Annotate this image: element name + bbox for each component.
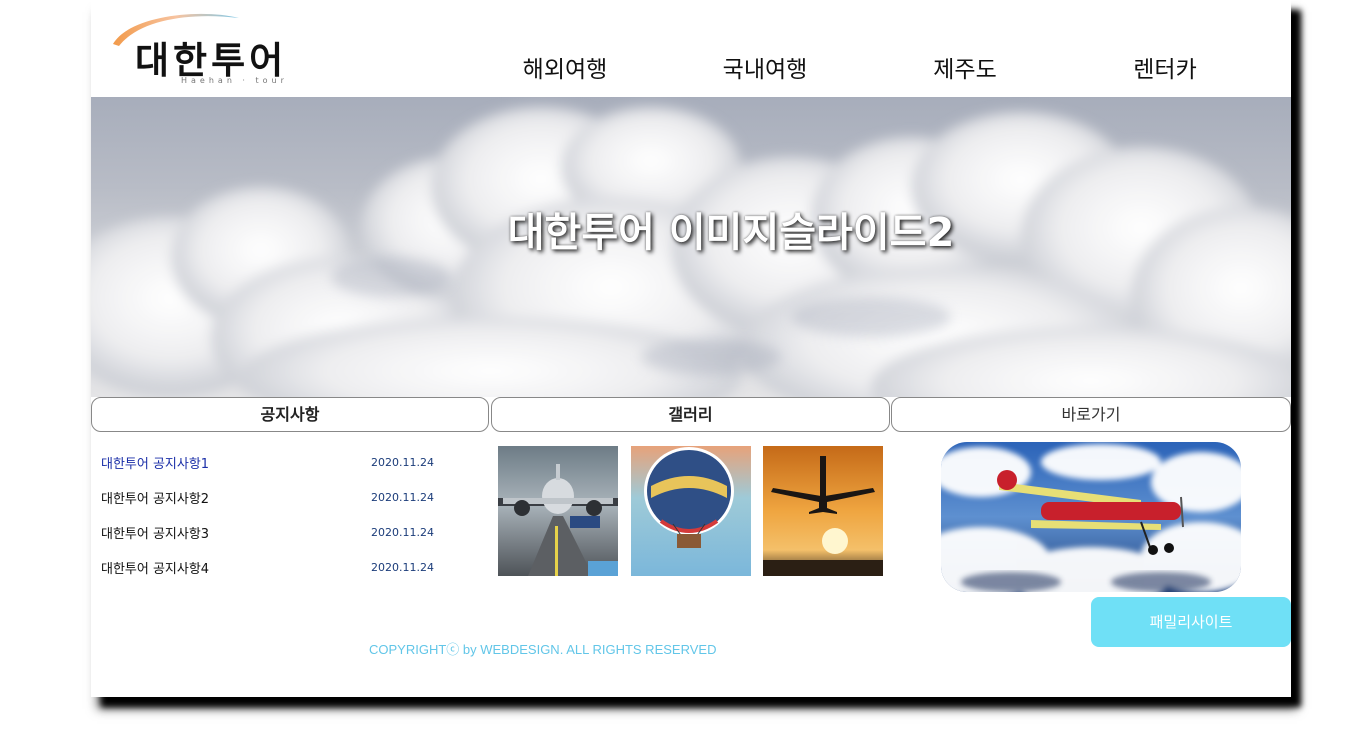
notice-date: 2020.11.24 xyxy=(371,561,434,574)
notice-title[interactable]: 대한투어 공지사항4 xyxy=(101,558,209,577)
notice-title[interactable]: 대한투어 공지사항2 xyxy=(101,488,209,507)
hero-title: 대한투어 이미지슬라이드2 xyxy=(507,210,955,256)
notice-date: 2020.11.24 xyxy=(371,526,434,539)
shortcut-banner-biplane[interactable] xyxy=(941,442,1241,592)
notice-list: 대한투어 공지사항1 2020.11.24 대한투어 공지사항2 2020.11… xyxy=(101,445,481,585)
notice-title[interactable]: 대한투어 공지사항1 xyxy=(101,453,209,472)
notice-date: 2020.11.24 xyxy=(371,456,434,469)
hero-slide: 대한투어 이미지슬라이드2 xyxy=(91,97,1291,397)
notice-date: 2020.11.24 xyxy=(371,491,434,504)
logo-subtitle: Haehan · tour xyxy=(181,76,288,85)
page-container: 대한투어 Haehan · tour 해외여행 국내여행 제주도 렌터카 대한투… xyxy=(91,0,1291,697)
logo[interactable]: 대한투어 Haehan · tour xyxy=(109,10,339,88)
family-site-button[interactable]: 패밀리사이트 xyxy=(1091,597,1291,647)
copyright-text: COPYRIGHTⓒ by WEBDESIGN. ALL RIGHTS RESE… xyxy=(369,642,717,657)
notice-row[interactable]: 대한투어 공지사항3 2020.11.24 xyxy=(101,515,481,550)
gallery-thumb-sunset-plane[interactable] xyxy=(763,446,883,576)
notice-row[interactable]: 대한투어 공지사항2 2020.11.24 xyxy=(101,480,481,515)
gallery-thumb-balloon[interactable] xyxy=(631,446,751,576)
header: 대한투어 Haehan · tour 해외여행 국내여행 제주도 렌터카 xyxy=(91,0,1291,97)
notice-title[interactable]: 대한투어 공지사항3 xyxy=(101,523,209,542)
gallery-thumb-airliner[interactable] xyxy=(498,446,618,576)
notice-row[interactable]: 대한투어 공지사항1 2020.11.24 xyxy=(101,445,481,480)
tab-notice[interactable]: 공지사항 xyxy=(91,397,489,432)
main-nav: 해외여행 국내여행 제주도 렌터카 xyxy=(465,52,1291,92)
tab-gallery[interactable]: 갤러리 xyxy=(491,397,890,432)
nav-item-jeju[interactable]: 제주도 xyxy=(865,52,1065,92)
nav-item-overseas[interactable]: 해외여행 xyxy=(465,52,665,92)
tab-shortcut[interactable]: 바로가기 xyxy=(891,397,1291,432)
nav-item-rentcar[interactable]: 렌터카 xyxy=(1065,52,1265,92)
nav-item-domestic[interactable]: 국내여행 xyxy=(665,52,865,92)
notice-row[interactable]: 대한투어 공지사항4 2020.11.24 xyxy=(101,550,481,585)
